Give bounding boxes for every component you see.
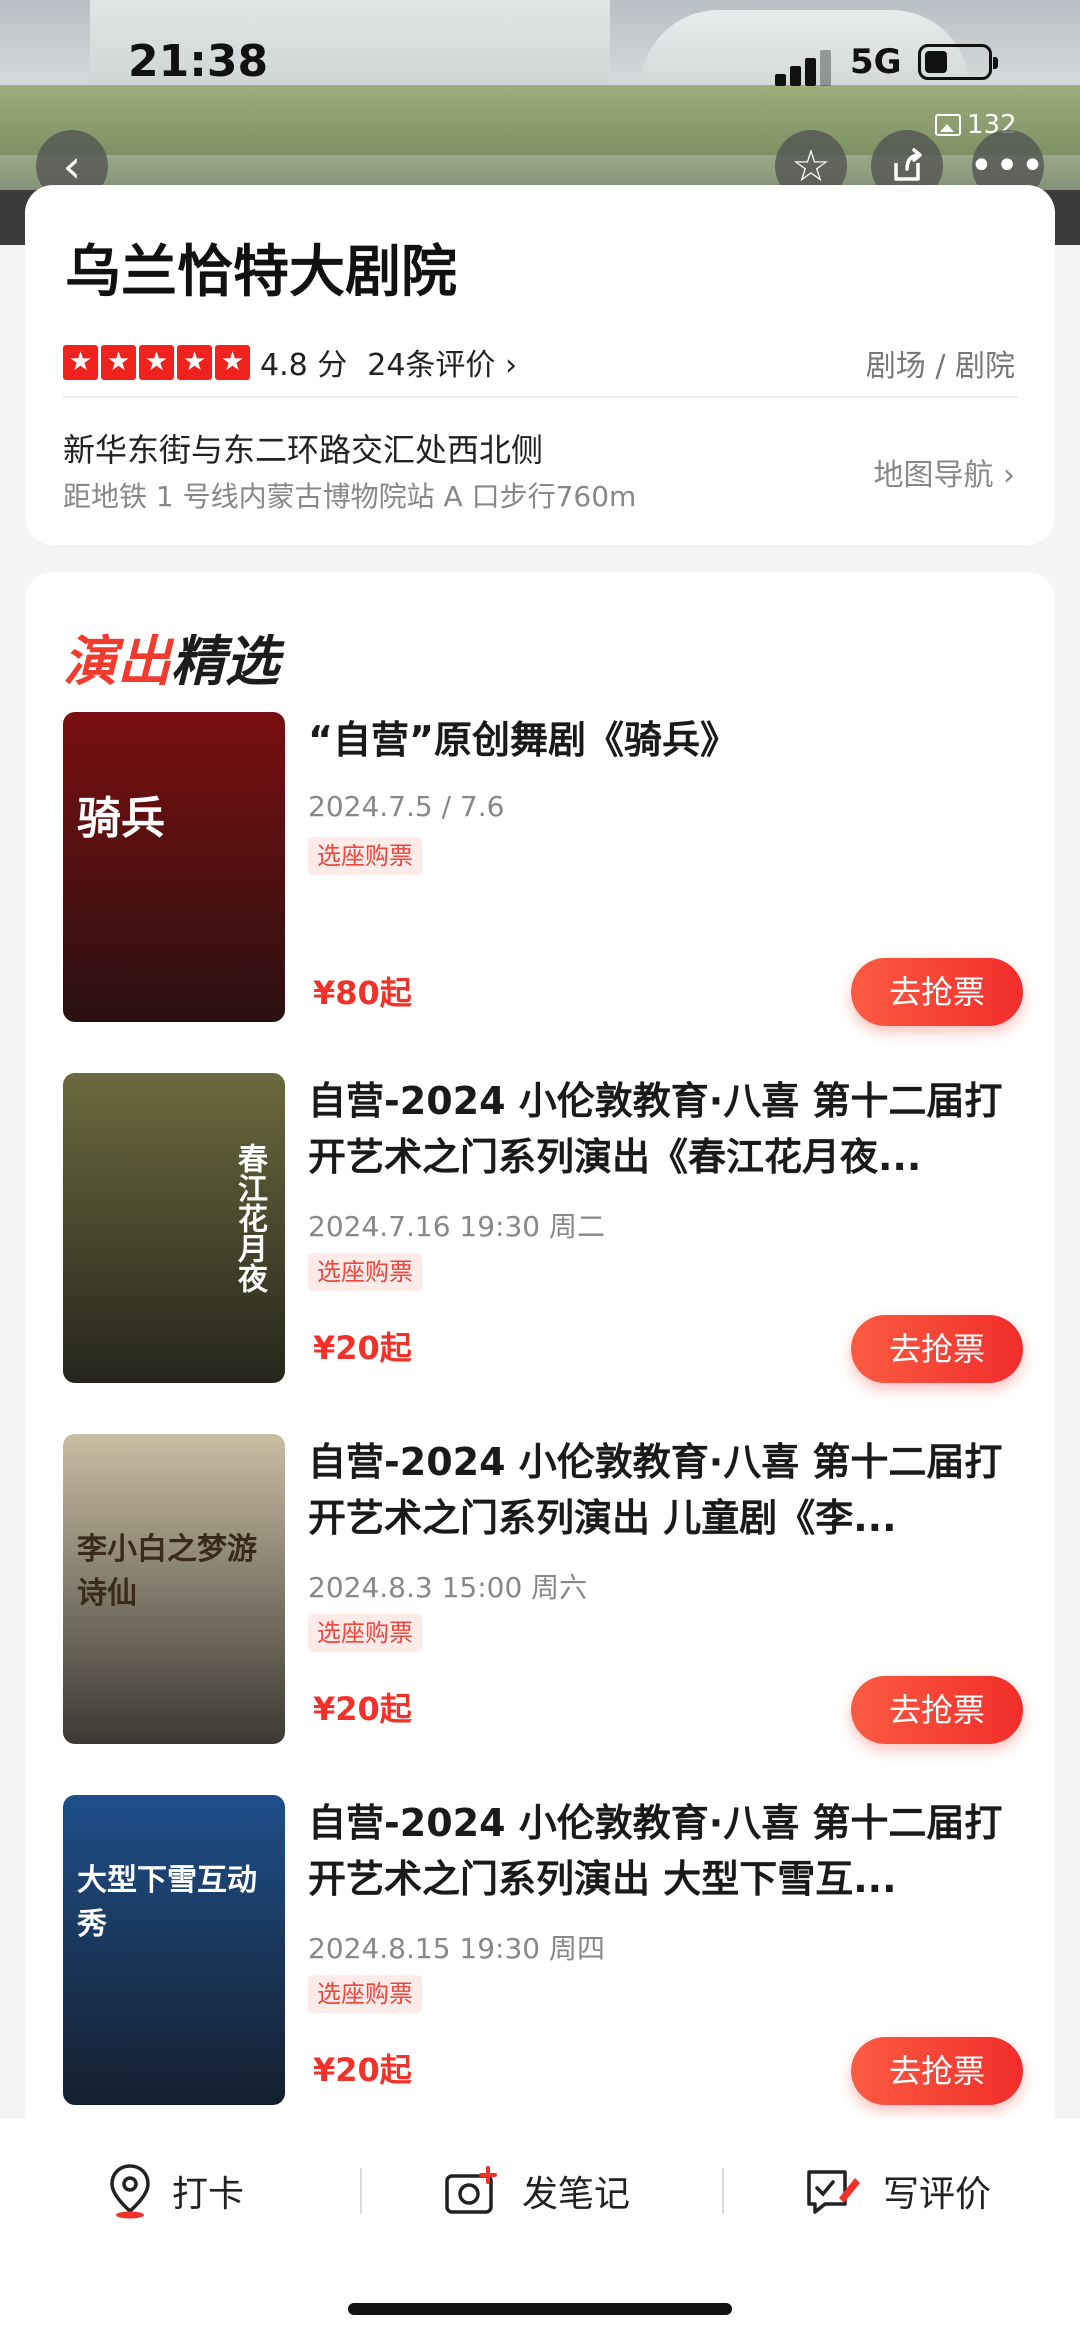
show-poster[interactable]: 大型下雪互动秀 [63, 1795, 285, 2105]
seat-selection-tag: 选座购票 [308, 1614, 422, 1652]
show-date: 2024.8.3 15:00 周六 [308, 1571, 588, 1604]
buy-ticket-button[interactable]: 去抢票 [851, 2037, 1023, 2105]
star-icon: ☆ [791, 140, 831, 192]
bottom-action-bar: 打卡 发笔记 写评价 [0, 2118, 1080, 2337]
image-icon [935, 114, 961, 136]
home-indicator [348, 2303, 732, 2315]
featured-shows-section: 演出精选 骑兵 “自营”原创舞剧《骑兵》 2024.7.5 / 7.6 选座购票… [25, 572, 1055, 2272]
buy-ticket-button[interactable]: 去抢票 [851, 958, 1023, 1026]
show-title[interactable]: 自营-2024 小伦敦教育·八喜 第十二届打开艺术之门系列演出《春江花月夜... [308, 1073, 1023, 1185]
section-title-black: 精选 [171, 630, 279, 693]
show-poster[interactable]: 李小白之梦游诗仙 [63, 1434, 285, 1744]
map-navigation-link[interactable]: 地图导航 › [873, 450, 1015, 494]
show-date: 2024.8.15 19:30 周四 [308, 1932, 605, 1965]
show-poster[interactable]: 春江花月夜 [63, 1073, 285, 1383]
show-price: ¥20起 [313, 1690, 412, 1728]
venue-info-card: 乌兰恰特大剧院 ★ ★ ★ ★ ★ 4.8 分 24条评价 › 剧场 / 剧院 … [25, 185, 1055, 545]
location-pin-icon [110, 2164, 150, 2219]
show-title[interactable]: 自营-2024 小伦敦教育·八喜 第十二届打开艺术之门系列演出 儿童剧《李... [308, 1434, 1023, 1546]
divider [63, 396, 1018, 398]
subway-distance: 距地铁 1 号线内蒙古博物院站 A 口步行760m [63, 480, 637, 513]
network-type: 5G [850, 42, 902, 82]
show-item[interactable]: 大型下雪互动秀 自营-2024 小伦敦教育·八喜 第十二届打开艺术之门系列演出 … [63, 1795, 1023, 2105]
camera-plus-icon [445, 2166, 497, 2214]
write-review-label: 写评价 [883, 2174, 992, 2215]
edit-review-icon [807, 2170, 860, 2214]
seat-selection-tag: 选座购票 [308, 1975, 422, 2013]
venue-address[interactable]: 新华东街与东二环路交汇处西北侧 [63, 425, 543, 471]
seat-selection-tag: 选座购票 [308, 837, 422, 875]
rating-score: 4.8 分 [260, 348, 348, 383]
post-note-button[interactable]: 发笔记 [444, 2156, 630, 2226]
status-bar: 21:38 5G [0, 30, 1080, 100]
show-date: 2024.7.16 19:30 周二 [308, 1210, 605, 1243]
show-price: ¥20起 [313, 1329, 412, 1367]
status-time: 21:38 [128, 36, 269, 87]
venue-name: 乌兰恰特大剧院 [65, 240, 457, 305]
share-icon [894, 148, 922, 181]
checkin-button[interactable]: 打卡 [108, 2156, 244, 2226]
signal-icon [775, 50, 835, 86]
buy-ticket-button[interactable]: 去抢票 [851, 1315, 1023, 1383]
seat-selection-tag: 选座购票 [308, 1253, 422, 1291]
post-note-label: 发笔记 [522, 2174, 631, 2215]
star-icon: ★ [63, 344, 98, 380]
show-price: ¥80起 [313, 974, 412, 1012]
battery-icon [918, 44, 998, 80]
show-item[interactable]: 李小白之梦游诗仙 自营-2024 小伦敦教育·八喜 第十二届打开艺术之门系列演出… [63, 1434, 1023, 1744]
separator [722, 2168, 724, 2214]
show-title[interactable]: “自营”原创舞剧《骑兵》 [308, 712, 1023, 768]
star-icon: ★ [177, 344, 212, 380]
venue-category: 剧场 / 剧院 [865, 349, 1015, 384]
star-icon: ★ [215, 344, 250, 380]
write-review-button[interactable]: 写评价 [805, 2156, 991, 2226]
rating-stars: ★ ★ ★ ★ ★ [63, 344, 250, 380]
separator [360, 2168, 362, 2214]
show-date: 2024.7.5 / 7.6 [308, 790, 505, 823]
star-icon: ★ [139, 344, 174, 380]
reviews-link[interactable]: 24条评价 › [367, 340, 517, 384]
show-price: ¥20起 [313, 2051, 412, 2089]
more-dots-icon: ••• [969, 143, 1047, 189]
buy-ticket-button[interactable]: 去抢票 [851, 1676, 1023, 1744]
poster-title: 李小白之梦游诗仙 [77, 1532, 257, 1611]
poster-title: 大型下雪互动秀 [77, 1863, 257, 1942]
show-poster[interactable]: 骑兵 [63, 712, 285, 1022]
poster-title: 春江花月夜 [232, 1143, 267, 1293]
show-title[interactable]: 自营-2024 小伦敦教育·八喜 第十二届打开艺术之门系列演出 大型下雪互... [308, 1795, 1023, 1907]
section-title: 演出精选 [63, 617, 279, 696]
show-item[interactable]: 春江花月夜 自营-2024 小伦敦教育·八喜 第十二届打开艺术之门系列演出《春江… [63, 1073, 1023, 1383]
show-item[interactable]: 骑兵 “自营”原创舞剧《骑兵》 2024.7.5 / 7.6 选座购票 ¥80起… [63, 712, 1023, 1026]
star-icon: ★ [101, 344, 136, 380]
poster-title: 骑兵 [77, 793, 165, 844]
section-title-red: 演出 [63, 630, 171, 693]
checkin-label: 打卡 [172, 2174, 245, 2215]
